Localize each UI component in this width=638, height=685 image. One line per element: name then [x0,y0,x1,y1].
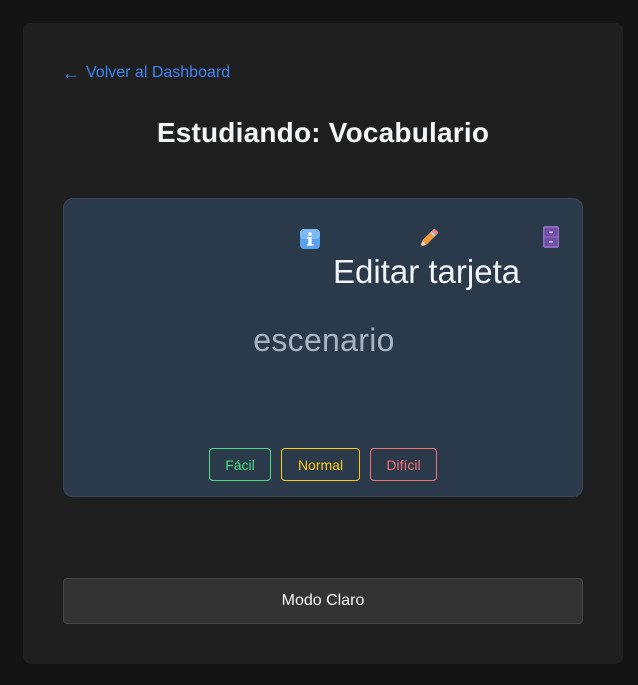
flashcard[interactable]: Editar tarjeta escenario Fácil Normal Di… [63,198,583,497]
easy-button[interactable]: Fácil [209,448,271,481]
file-cabinet-icon[interactable] [540,225,562,248]
back-to-dashboard-link[interactable]: ← Volver al Dashboard [62,64,230,82]
info-icon[interactable] [299,228,321,250]
card-word: escenario [253,322,395,358]
rating-buttons: Fácil Normal Difícil [209,448,437,481]
pencil-icon[interactable] [417,228,439,250]
hard-button[interactable]: Difícil [370,448,437,481]
page-title: Estudiando: Vocabulario [156,117,490,148]
edit-card-tooltip: Editar tarjeta [333,253,521,290]
normal-button[interactable]: Normal [281,448,360,481]
back-arrow-icon: ← [62,62,80,83]
back-link-label: Volver al Dashboard [86,64,231,81]
light-mode-toggle-button[interactable]: Modo Claro [63,578,583,624]
study-panel: ← Volver al Dashboard Estudiando: Vocabu… [23,23,623,664]
